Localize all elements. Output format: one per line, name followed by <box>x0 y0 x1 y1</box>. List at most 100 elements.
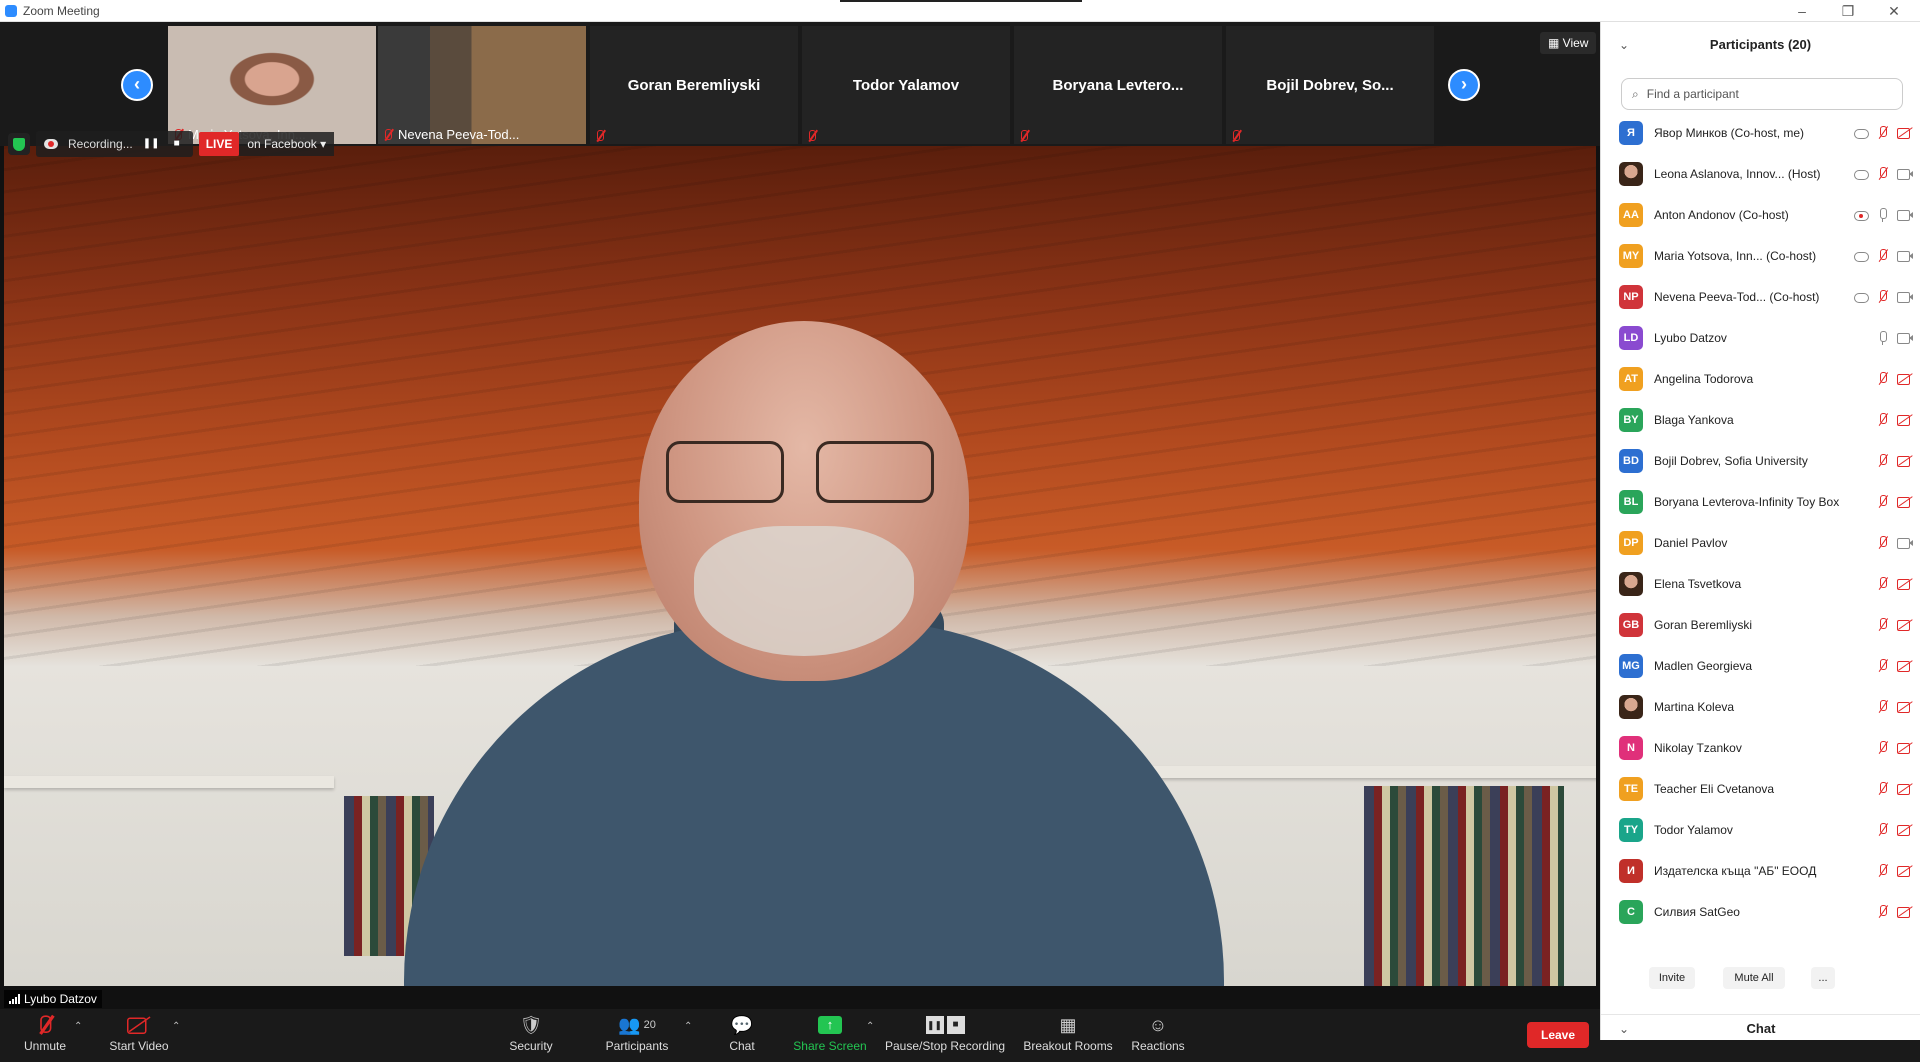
video-camera-icon[interactable] <box>1897 290 1913 304</box>
video-off-icon[interactable] <box>1897 126 1913 140</box>
participant-row[interactable]: BD Bojil Dobrev, Sofia University <box>1601 440 1920 481</box>
participant-row[interactable]: И Издателска къща "АБ" ЕООД <box>1601 850 1920 891</box>
participant-row[interactable]: AT Angelina Todorova <box>1601 358 1920 399</box>
share-options-caret[interactable]: ⌃ <box>866 1021 874 1032</box>
avatar: TY <box>1619 817 1643 842</box>
pause-stop-recording-button[interactable]: ❚❚ ■ Pause/Stop Recording <box>885 1013 1005 1059</box>
chat-section-header[interactable]: ⌄ Chat <box>1601 1014 1920 1040</box>
participant-row[interactable]: LD Lyubo Datzov <box>1601 317 1920 358</box>
start-video-button[interactable]: Start Video <box>94 1013 184 1059</box>
participant-row[interactable]: С Силвия SatGeo <box>1601 891 1920 932</box>
participants-button[interactable]: 👥 20 Participants <box>592 1013 682 1059</box>
video-off-icon[interactable] <box>1897 905 1913 919</box>
mic-muted-icon[interactable] <box>1875 904 1891 919</box>
video-options-caret[interactable]: ⌃ <box>172 1021 180 1032</box>
mic-muted-icon[interactable] <box>1875 248 1891 263</box>
encryption-shield-icon[interactable] <box>8 133 30 155</box>
participant-status-icons <box>1853 535 1913 550</box>
video-off-icon[interactable] <box>1897 659 1913 673</box>
mic-muted-icon[interactable] <box>1875 699 1891 714</box>
live-badge: LIVE <box>198 132 240 156</box>
video-off-icon[interactable] <box>1897 618 1913 632</box>
participant-search[interactable]: ⌕ <box>1621 78 1903 110</box>
view-button[interactable]: ▦ View <box>1540 32 1597 54</box>
mic-muted-icon[interactable] <box>1875 289 1891 304</box>
participant-row[interactable]: Я Явор Минков (Co-host, me) <box>1601 112 1920 153</box>
participant-row[interactable]: N Nikolay Tzankov <box>1601 727 1920 768</box>
participant-row[interactable]: DP Daniel Pavlov <box>1601 522 1920 563</box>
video-off-icon[interactable] <box>1897 864 1913 878</box>
unmute-button[interactable]: Unmute <box>0 1013 90 1059</box>
name-tile[interactable]: Todor Yalamov <box>802 26 1010 144</box>
video-camera-icon[interactable] <box>1897 249 1913 263</box>
participant-row[interactable]: AA Anton Andonov (Co-host) <box>1601 194 1920 235</box>
mic-muted-icon[interactable] <box>1875 412 1891 427</box>
video-off-icon[interactable] <box>1897 372 1913 386</box>
mic-muted-icon[interactable] <box>1875 453 1891 468</box>
mic-muted-icon[interactable] <box>1875 494 1891 509</box>
participant-row[interactable]: GB Goran Beremliyski <box>1601 604 1920 645</box>
close-button[interactable]: ✕ <box>1874 1 1914 21</box>
minimize-button[interactable]: – <box>1782 1 1822 21</box>
mic-icon[interactable] <box>1875 207 1891 222</box>
pause-recording-button[interactable]: ❚❚ <box>143 136 160 152</box>
chat-button[interactable]: 💬 Chat <box>697 1013 787 1059</box>
video-tile[interactable]: Nevena Peeva-Tod... <box>378 26 586 144</box>
participant-row[interactable]: BL Boryana Levterova-Infinity Toy Box <box>1601 481 1920 522</box>
participant-row[interactable]: Elena Tsvetkova <box>1601 563 1920 604</box>
mic-muted-icon[interactable] <box>1875 125 1891 140</box>
audio-options-caret[interactable]: ⌃ <box>74 1021 82 1032</box>
video-camera-icon[interactable] <box>1897 208 1913 222</box>
video-off-icon[interactable] <box>1897 741 1913 755</box>
participant-row[interactable]: BY Blaga Yankova <box>1601 399 1920 440</box>
more-options-button[interactable]: ... <box>1811 967 1835 989</box>
video-camera-icon[interactable] <box>1897 331 1913 345</box>
participant-row[interactable]: TY Todor Yalamov <box>1601 809 1920 850</box>
search-input[interactable] <box>1646 87 1887 101</box>
invite-button[interactable]: Invite <box>1649 967 1695 989</box>
video-camera-icon[interactable] <box>1897 167 1913 181</box>
video-off-icon[interactable] <box>1897 823 1913 837</box>
restore-button[interactable]: ❐ <box>1828 1 1868 21</box>
name-tile[interactable]: Goran Beremliyski <box>590 26 798 144</box>
video-tile[interactable]: Maria Yotsova, Inn... <box>168 26 376 144</box>
mic-muted-icon[interactable] <box>1875 781 1891 796</box>
mic-icon[interactable] <box>1875 330 1891 345</box>
mic-muted-icon[interactable] <box>1875 658 1891 673</box>
share-screen-button[interactable]: ↑ Share Screen <box>785 1013 875 1059</box>
name-tile[interactable]: Boryana Levtero... <box>1014 26 1222 144</box>
participant-row[interactable]: Martina Koleva <box>1601 686 1920 727</box>
mic-muted-icon[interactable] <box>1875 863 1891 878</box>
live-destination-dropdown[interactable]: on Facebook ▾ <box>239 132 335 156</box>
participant-row[interactable]: Leona Aslanova, Innov... (Host) <box>1601 153 1920 194</box>
name-tile[interactable]: Bojil Dobrev, So... <box>1226 26 1434 144</box>
video-off-icon[interactable] <box>1897 700 1913 714</box>
reactions-button[interactable]: ☺ Reactions <box>1113 1013 1203 1059</box>
participants-options-caret[interactable]: ⌃ <box>684 1021 692 1032</box>
breakout-rooms-button[interactable]: ▦ Breakout Rooms <box>1018 1013 1118 1059</box>
participant-name: Teacher Eli Cvetanova <box>1654 781 1775 796</box>
video-off-icon[interactable] <box>1897 577 1913 591</box>
participant-row[interactable]: NP Nevena Peeva-Tod... (Co-host) <box>1601 276 1920 317</box>
mute-all-button[interactable]: Mute All <box>1723 967 1785 989</box>
mic-muted-icon[interactable] <box>1875 617 1891 632</box>
next-page-button[interactable]: › <box>1448 69 1480 101</box>
video-camera-icon[interactable] <box>1897 536 1913 550</box>
video-off-icon[interactable] <box>1897 495 1913 509</box>
leave-button[interactable]: Leave <box>1527 1022 1589 1048</box>
security-button[interactable]: 🛡 Security <box>486 1013 576 1059</box>
prev-page-button[interactable]: ‹ <box>121 69 153 101</box>
mic-muted-icon[interactable] <box>1875 740 1891 755</box>
participant-row[interactable]: MY Maria Yotsova, Inn... (Co-host) <box>1601 235 1920 276</box>
participant-row[interactable]: MG Madlen Georgieva <box>1601 645 1920 686</box>
mic-muted-icon[interactable] <box>1875 576 1891 591</box>
mic-muted-icon[interactable] <box>1875 822 1891 837</box>
mic-muted-icon[interactable] <box>1875 535 1891 550</box>
participant-row[interactable]: TE Teacher Eli Cvetanova <box>1601 768 1920 809</box>
video-off-icon[interactable] <box>1897 782 1913 796</box>
stop-recording-button[interactable]: ■ <box>169 136 185 152</box>
video-off-icon[interactable] <box>1897 413 1913 427</box>
mic-muted-icon[interactable] <box>1875 166 1891 181</box>
video-off-icon[interactable] <box>1897 454 1913 468</box>
mic-muted-icon[interactable] <box>1875 371 1891 386</box>
